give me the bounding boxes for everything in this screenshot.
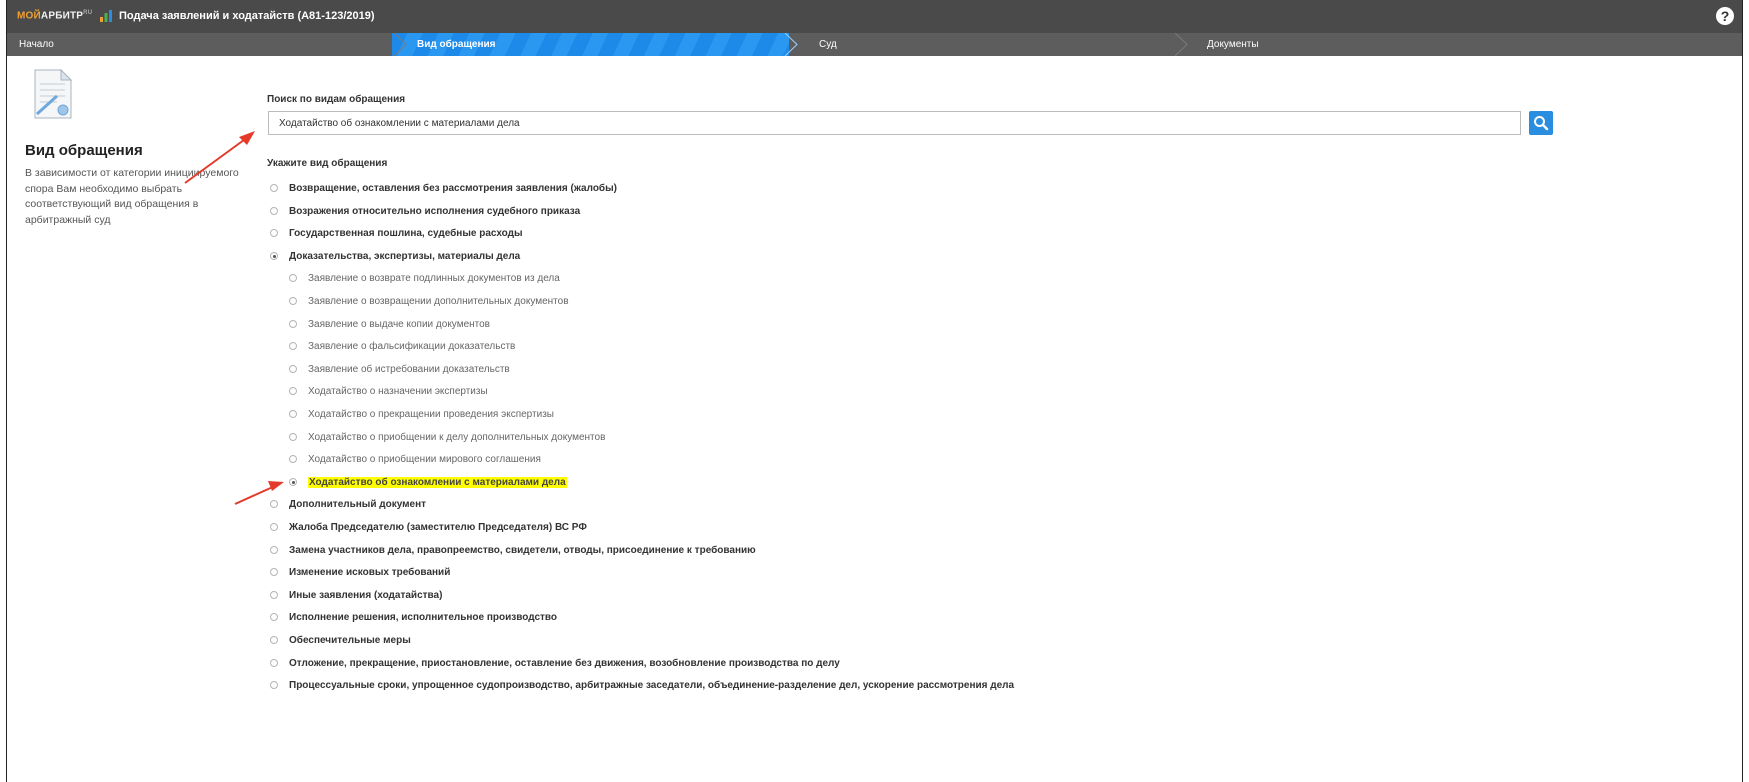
- radio-button[interactable]: [270, 184, 278, 192]
- step-court[interactable]: Суд: [789, 33, 1177, 56]
- request-subtype-option[interactable]: Ходатайство о приобщении мирового соглаш…: [289, 450, 541, 468]
- radio-button[interactable]: [270, 500, 278, 508]
- request-subtype-option[interactable]: Заявление об истребовании доказательств: [289, 360, 510, 378]
- option-label: Государственная пошлина, судебные расход…: [289, 227, 523, 239]
- radio-button[interactable]: [270, 591, 278, 599]
- request-subtype-option[interactable]: Заявление о выдаче копии документов: [289, 315, 490, 333]
- request-subtype-option[interactable]: Ходатайство о приобщении к делу дополнит…: [289, 428, 605, 446]
- radio-button[interactable]: [289, 478, 297, 486]
- option-label: Иные заявления (ходатайства): [289, 589, 443, 601]
- request-type-option[interactable]: Возражения относительно исполнения судеб…: [270, 202, 580, 220]
- request-type-option[interactable]: Жалоба Председателю (заместителю Председ…: [270, 518, 587, 536]
- radio-button[interactable]: [270, 229, 278, 237]
- request-type-option[interactable]: Возвращение, оставления без рассмотрения…: [270, 179, 617, 197]
- option-label: Возвращение, оставления без рассмотрения…: [289, 182, 617, 194]
- option-label: Ходатайство о приобщении к делу дополнит…: [308, 431, 606, 443]
- option-label: Изменение исковых требований: [289, 566, 451, 578]
- request-type-option[interactable]: Иные заявления (ходатайства): [270, 586, 442, 604]
- option-label: Замена участников дела, правопреемство, …: [289, 544, 756, 556]
- radio-button[interactable]: [289, 274, 297, 282]
- radio-button[interactable]: [289, 455, 297, 463]
- radio-button[interactable]: [270, 613, 278, 621]
- request-type-option[interactable]: Процессуальные сроки, упрощенное судопро…: [270, 676, 1014, 694]
- request-subtype-option[interactable]: Ходатайство об ознакомлении с материалам…: [289, 473, 567, 491]
- option-label: Исполнение решения, исполнительное произ…: [289, 611, 558, 623]
- radio-button[interactable]: [270, 681, 278, 689]
- request-subtype-option[interactable]: Заявление о возвращении дополнительных д…: [289, 292, 569, 310]
- request-type-option[interactable]: Отложение, прекращение, приостановление,…: [270, 654, 840, 672]
- request-subtype-option[interactable]: Ходатайство о прекращении проведения экс…: [289, 405, 554, 423]
- radio-button[interactable]: [270, 252, 278, 260]
- top-bar: МОЙАРБИТРRU Подача заявлений и ходатайст…: [7, 0, 1742, 34]
- radio-button[interactable]: [270, 568, 278, 576]
- sidebar-description: В зависимости от категории инициируемого…: [25, 167, 239, 226]
- option-label: Заявление о фальсификации доказательств: [308, 340, 516, 352]
- page-title: Подача заявлений и ходатайств (А81-123/2…: [119, 10, 375, 22]
- option-label: Дополнительный документ: [289, 498, 427, 510]
- radio-button[interactable]: [289, 365, 297, 373]
- radio-button[interactable]: [289, 320, 297, 328]
- annotation-arrowhead: [239, 131, 255, 145]
- option-label: Процессуальные сроки, упрощенное судопро…: [289, 679, 1015, 691]
- search-input[interactable]: [268, 111, 1521, 135]
- request-type-option[interactable]: Доказательства, экспертизы, материалы де…: [270, 247, 520, 265]
- search-button[interactable]: [1529, 111, 1553, 135]
- option-label: Заявление об истребовании доказательств: [308, 363, 510, 375]
- option-label: Заявление о возврате подлинных документо…: [308, 272, 560, 284]
- request-type-label: Укажите вид обращения: [267, 158, 388, 169]
- option-label: Ходатайство о прекращении проведения экс…: [308, 408, 554, 420]
- radio-button[interactable]: [289, 433, 297, 441]
- request-type-option[interactable]: Изменение исковых требований: [270, 563, 450, 581]
- app-window: МОЙАРБИТРRU Подача заявлений и ходатайст…: [6, 0, 1743, 782]
- option-label: Ходатайство о приобщении мирового соглаш…: [308, 453, 541, 465]
- option-label: Отложение, прекращение, приостановление,…: [289, 657, 840, 669]
- request-subtype-option[interactable]: Заявление о возврате подлинных документо…: [289, 269, 560, 287]
- option-label: Ходатайство о назначении экспертизы: [308, 385, 488, 397]
- annotation-arrow: [234, 485, 276, 505]
- radio-button[interactable]: [270, 207, 278, 215]
- option-label: Доказательства, экспертизы, материалы де…: [289, 250, 521, 262]
- option-label: Возражения относительно исполнения судеб…: [289, 205, 581, 217]
- help-button[interactable]: ?: [1716, 7, 1734, 25]
- app-logo[interactable]: МОЙАРБИТРRU: [17, 10, 92, 21]
- wizard-steps: Начало Вид обращения Суд Документы: [7, 33, 1742, 56]
- radio-button[interactable]: [270, 523, 278, 531]
- option-label: Заявление о выдаче копии документов: [308, 318, 490, 330]
- radio-button[interactable]: [270, 659, 278, 667]
- petition-icon: [100, 10, 112, 22]
- request-type-option[interactable]: Государственная пошлина, судебные расход…: [270, 224, 523, 242]
- radio-button[interactable]: [270, 636, 278, 644]
- option-label: Заявление о возвращении дополнительных д…: [308, 295, 569, 307]
- document-icon: [34, 68, 73, 119]
- step-separator-icon: [784, 33, 798, 56]
- search-icon: [1534, 116, 1549, 131]
- step-separator-icon: [393, 33, 407, 56]
- radio-button[interactable]: [270, 546, 278, 554]
- option-label: Жалоба Председателю (заместителю Председ…: [289, 521, 587, 533]
- radio-button[interactable]: [289, 297, 297, 305]
- step-separator-icon: [1174, 33, 1188, 56]
- step-start[interactable]: Начало: [7, 33, 392, 56]
- radio-button[interactable]: [289, 387, 297, 395]
- request-type-option[interactable]: Обеспечительные меры: [270, 631, 411, 649]
- request-type-option[interactable]: Дополнительный документ: [270, 495, 426, 513]
- option-label: Обеспечительные меры: [289, 634, 411, 646]
- radio-button[interactable]: [289, 410, 297, 418]
- step-documents[interactable]: Документы: [1177, 33, 1742, 56]
- radio-button[interactable]: [289, 342, 297, 350]
- step-request-type[interactable]: Вид обращения: [392, 33, 789, 56]
- search-label: Поиск по видам обращения: [267, 94, 406, 105]
- request-subtype-option[interactable]: Заявление о фальсификации доказательств: [289, 337, 515, 355]
- sidebar-title: Вид обращения: [25, 142, 143, 159]
- option-label: Ходатайство об ознакомлении с материалам…: [308, 476, 567, 488]
- request-subtype-option[interactable]: Ходатайство о назначении экспертизы: [289, 382, 488, 400]
- request-type-option[interactable]: Замена участников дела, правопреемство, …: [270, 541, 756, 559]
- annotation-arrowhead: [268, 481, 284, 491]
- request-type-option[interactable]: Исполнение решения, исполнительное произ…: [270, 608, 557, 626]
